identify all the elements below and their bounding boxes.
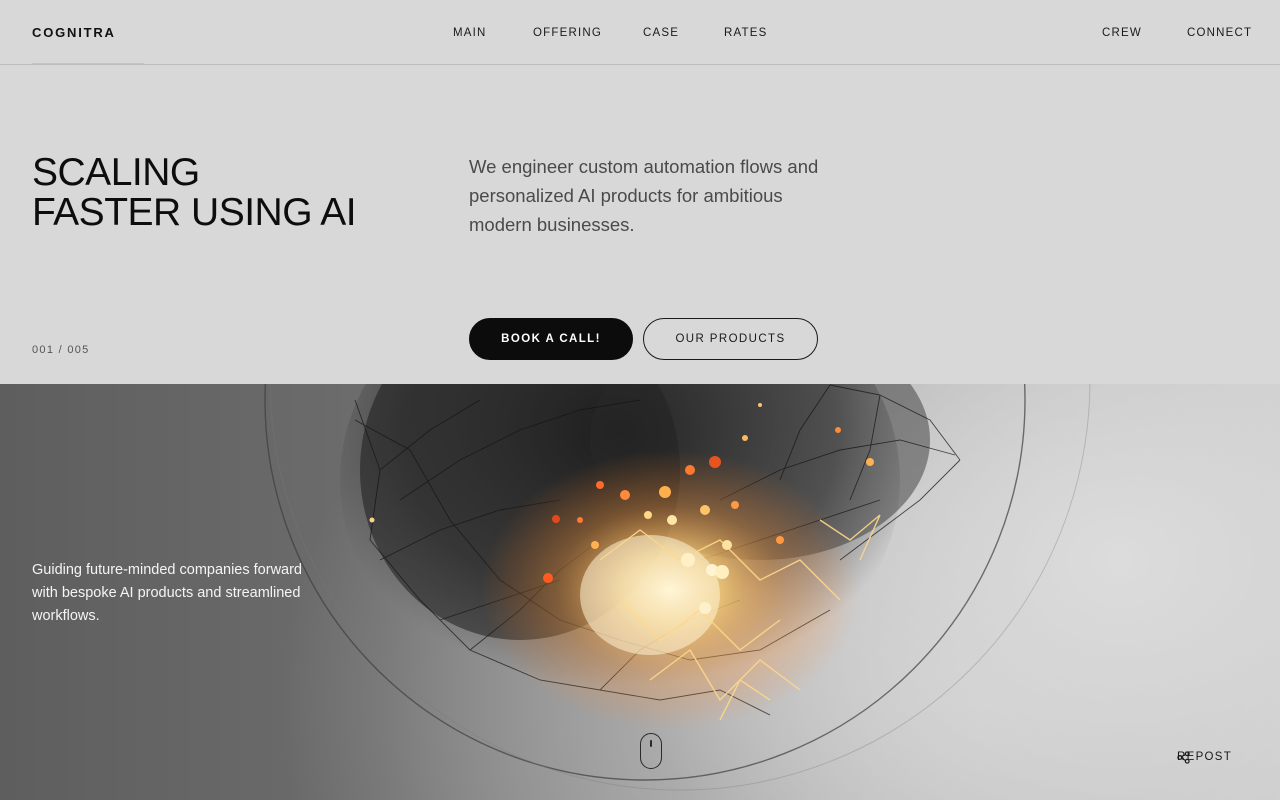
- mouse-scroll-icon[interactable]: [640, 733, 662, 769]
- book-a-call-button[interactable]: BOOK A CALL!: [469, 318, 633, 360]
- hero-headline: SCALING FASTER USING AI: [32, 151, 357, 234]
- share-icon: [1177, 751, 1190, 764]
- hero-intro: We engineer custom automation flows and …: [469, 156, 819, 235]
- nav-link-connect[interactable]: CONNECT: [1187, 27, 1252, 39]
- hero-headline-line-1: SCALING: [32, 151, 200, 194]
- hero-headline-line-2: FASTER USING AI: [32, 191, 357, 234]
- nav-link-main[interactable]: MAIN: [453, 27, 487, 39]
- nav-link-rates[interactable]: RATES: [724, 27, 768, 39]
- page: Guiding future-minded companies forward …: [0, 0, 1280, 800]
- repost-button[interactable]: REPOST: [1177, 751, 1232, 764]
- nav-link-crew[interactable]: CREW: [1102, 27, 1142, 39]
- hero-tagline: Guiding future-minded companies forward …: [32, 562, 302, 624]
- our-products-button[interactable]: OUR PRODUCTS: [643, 318, 818, 360]
- brand-logo[interactable]: COGNITRA: [32, 25, 116, 40]
- brand-underline: [32, 63, 144, 64]
- hero-section: SCALING FASTER USING AI We engineer cust…: [0, 65, 1280, 384]
- nav-link-case[interactable]: CASE: [643, 27, 679, 39]
- nav-link-offering[interactable]: OFFERING: [533, 27, 602, 39]
- slide-counter: 001 / 005: [32, 344, 90, 356]
- top-navigation: COGNITRA MAIN OFFERING CASE RATES CREW C…: [0, 0, 1280, 65]
- mouse-scroll-wheel: [650, 740, 652, 747]
